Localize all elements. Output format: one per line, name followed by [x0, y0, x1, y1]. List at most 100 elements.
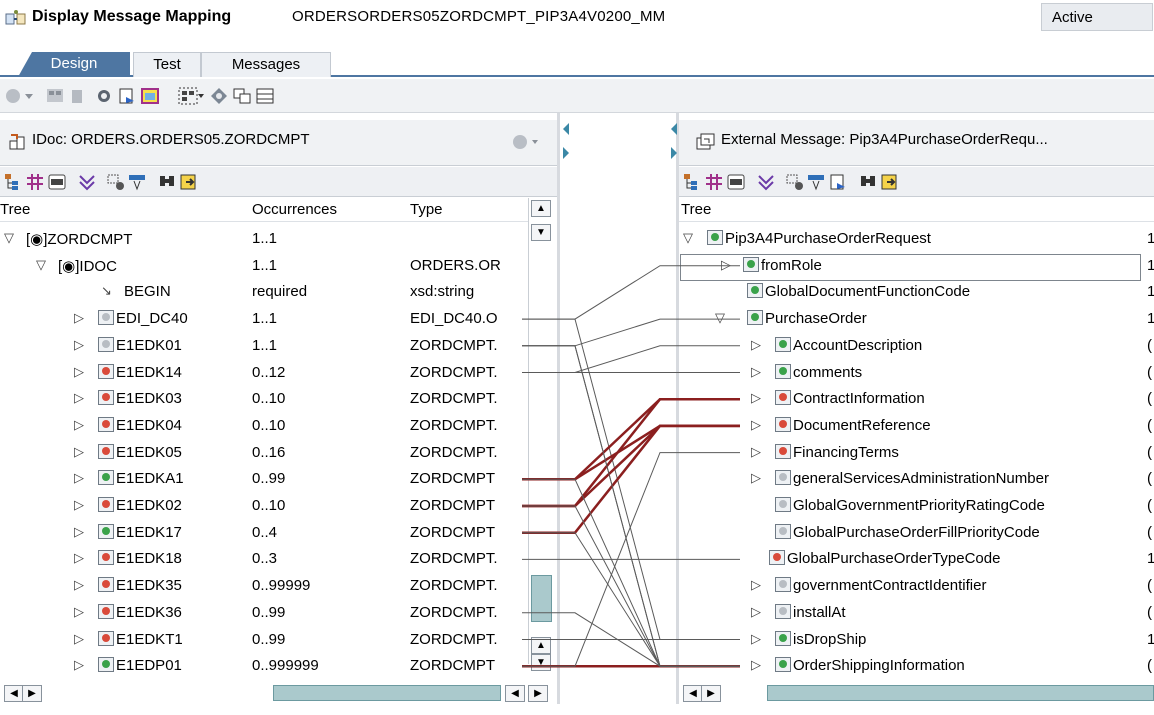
target-tree-row[interactable]: ▷ FinancingTerms ( — [679, 440, 1154, 467]
grid-icon[interactable] — [46, 87, 64, 105]
collapsed-icon[interactable]: ▷ — [74, 417, 84, 433]
constant-icon[interactable] — [107, 173, 125, 191]
source-vscroll[interactable]: ▲ ▼ ▲ ▼ — [528, 198, 554, 671]
scroll-right-icon[interactable]: ▶ — [701, 685, 721, 702]
source-tree-row[interactable]: ▷ EDI_DC40 1..1 EDI_DC40.O — [0, 306, 528, 333]
target-tree-row[interactable]: ▷ isDropShip 1 — [679, 627, 1154, 654]
col-type[interactable]: Type — [410, 201, 443, 218]
col-occurrences[interactable]: Occurrences — [252, 201, 337, 218]
collapsed-icon[interactable]: ▷ — [74, 470, 84, 486]
collapsed-icon[interactable]: ▷ — [751, 417, 761, 433]
target-tree-row[interactable]: ▷ governmentContractIdentifier ( — [679, 573, 1154, 600]
collapsed-icon[interactable]: ▷ — [74, 497, 84, 513]
col-tree[interactable]: Tree — [0, 201, 30, 218]
delete-icon[interactable] — [68, 87, 86, 105]
scroll-left-icon[interactable]: ◀ — [4, 685, 24, 702]
collapsed-icon[interactable]: ▷ — [751, 364, 761, 380]
function-icon[interactable] — [128, 173, 146, 191]
source-tree-row[interactable]: ▷ E1EDK18 0..3 ZORDCMPT. — [0, 546, 528, 573]
panel-options-icon[interactable] — [511, 133, 539, 151]
source-tree-row[interactable]: ↘ BEGIN required xsd:string — [0, 279, 528, 306]
expanded-icon[interactable]: ▽ — [36, 257, 46, 273]
table-view-icon[interactable] — [26, 173, 44, 191]
target-tree-row[interactable]: ▽ Pip3A4PurchaseOrderRequest 1 — [679, 226, 1154, 253]
dropdown-icon[interactable] — [24, 87, 34, 105]
target-tree-row[interactable]: ▷ installAt ( — [679, 600, 1154, 627]
table-icon[interactable] — [141, 87, 159, 105]
search-icon[interactable] — [158, 173, 176, 191]
source-tree-row[interactable]: ▽ [◉]IDOC 1..1 ORDERS.OR — [0, 253, 528, 280]
collapsed-icon[interactable]: ▷ — [74, 310, 84, 326]
source-tree-row[interactable]: ▷ E1EDK04 0..10 ZORDCMPT. — [0, 413, 528, 440]
search-icon[interactable] — [859, 173, 877, 191]
scroll-down-icon[interactable]: ▼ — [531, 224, 551, 241]
scroll-up-icon[interactable]: ▲ — [531, 637, 551, 654]
tree-view-icon[interactable] — [683, 173, 701, 191]
export-icon[interactable] — [180, 173, 198, 191]
target-tree-row[interactable]: GlobalPurchaseOrderFillPriorityCode ( — [679, 520, 1154, 547]
source-tree-row[interactable]: ▷ E1EDK02 0..10 ZORDCMPT — [0, 493, 528, 520]
constant-icon[interactable] — [786, 173, 804, 191]
target-tree-row[interactable]: ▷ comments ( — [679, 360, 1154, 387]
collapsed-icon[interactable]: ▷ — [74, 364, 84, 380]
source-view-icon[interactable] — [48, 173, 66, 191]
collapsed-icon[interactable]: ▷ — [751, 657, 761, 673]
filter-icon[interactable] — [78, 173, 96, 191]
target-tree-row[interactable]: ▷ AccountDescription ( — [679, 333, 1154, 360]
function-icon[interactable] — [807, 173, 825, 191]
target-tree-row[interactable]: ▷ DocumentReference ( — [679, 413, 1154, 440]
source-tree-row[interactable]: ▷ E1EDK01 1..1 ZORDCMPT. — [0, 333, 528, 360]
source-tree-row[interactable]: ▷ E1EDKT1 0..99 ZORDCMPT. — [0, 627, 528, 654]
source-tree-row[interactable]: ▷ E1EDK35 0..99999 ZORDCMPT. — [0, 573, 528, 600]
source-tree-row[interactable]: ▽ [◉]ZORDCMPT 1..1 — [0, 226, 528, 253]
collapsed-icon[interactable]: ▷ — [74, 337, 84, 353]
source-tree-row[interactable]: ▷ E1EDK36 0..99 ZORDCMPT. — [0, 600, 528, 627]
expanded-icon[interactable]: ▽ — [683, 230, 693, 246]
collapsed-icon[interactable]: ▷ — [74, 657, 84, 673]
tree-view-icon[interactable] — [4, 173, 22, 191]
source-hscroll[interactable]: ◀ ▶ ◀ ▶ — [0, 684, 557, 702]
target-tree-row[interactable]: GlobalGovernmentPriorityRatingCode ( — [679, 493, 1154, 520]
collapsed-icon[interactable]: ▷ — [751, 577, 761, 593]
target-tree-row[interactable]: ▷ generalServicesAdministrationNumber ( — [679, 466, 1154, 493]
collapsed-icon[interactable]: ▷ — [74, 631, 84, 647]
panel-icon[interactable] — [256, 87, 274, 105]
scroll-right-icon[interactable]: ▶ — [528, 685, 548, 702]
target-tree-row[interactable]: GlobalDocumentFunctionCode 1 — [679, 279, 1154, 306]
collapsed-icon[interactable]: ▷ — [74, 577, 84, 593]
expanded-icon[interactable]: ▽ — [4, 230, 14, 246]
filter-icon[interactable] — [757, 173, 775, 191]
collapsed-icon[interactable]: ▷ — [74, 444, 84, 460]
collapsed-icon[interactable]: ▷ — [74, 390, 84, 406]
collapsed-icon[interactable]: ▷ — [74, 550, 84, 566]
source-tree-row[interactable]: ▷ E1EDK14 0..12 ZORDCMPT. — [0, 360, 528, 387]
collapsed-icon[interactable]: ▷ — [751, 631, 761, 647]
document-icon[interactable] — [829, 173, 847, 191]
hscroll-thumb[interactable] — [273, 685, 501, 701]
expanded-icon[interactable]: ▽ — [715, 310, 725, 326]
source-tree-row[interactable]: ▷ E1EDP01 0..999999 ZORDCMPT — [0, 653, 528, 680]
settings-icon[interactable] — [95, 87, 113, 105]
panel-divider-left[interactable] — [557, 113, 560, 715]
tab-test[interactable]: Test — [133, 52, 201, 77]
collapsed-icon[interactable]: ▷ — [74, 524, 84, 540]
hscroll-thumb[interactable] — [767, 685, 1154, 701]
collapsed-icon[interactable]: ▷ — [74, 604, 84, 620]
expand-arrows-icon[interactable] — [669, 121, 679, 161]
target-tree-row[interactable]: ▷ ContractInformation ( — [679, 386, 1154, 413]
export-icon[interactable] — [881, 173, 899, 191]
collapsed-icon[interactable]: ▷ — [751, 390, 761, 406]
back-icon[interactable] — [4, 87, 22, 105]
collapse-arrows-icon[interactable] — [561, 121, 571, 161]
target-tree-row[interactable]: GlobalPurchaseOrderTypeCode 1 — [679, 546, 1154, 573]
scroll-up-icon[interactable]: ▲ — [531, 200, 551, 217]
collapsed-icon[interactable]: ▷ — [751, 337, 761, 353]
document-icon[interactable] — [118, 87, 136, 105]
target-tree-row[interactable]: ▽ PurchaseOrder 1 — [679, 306, 1154, 333]
scroll-thumb[interactable] — [531, 575, 552, 622]
scroll-right-icon[interactable]: ▶ — [22, 685, 42, 702]
target-tree-row[interactable]: ▷ OrderShippingInformation ( — [679, 653, 1154, 680]
tab-design[interactable]: Design — [18, 52, 130, 77]
scroll-down-icon[interactable]: ▼ — [531, 654, 551, 671]
copy-icon[interactable] — [233, 87, 251, 105]
